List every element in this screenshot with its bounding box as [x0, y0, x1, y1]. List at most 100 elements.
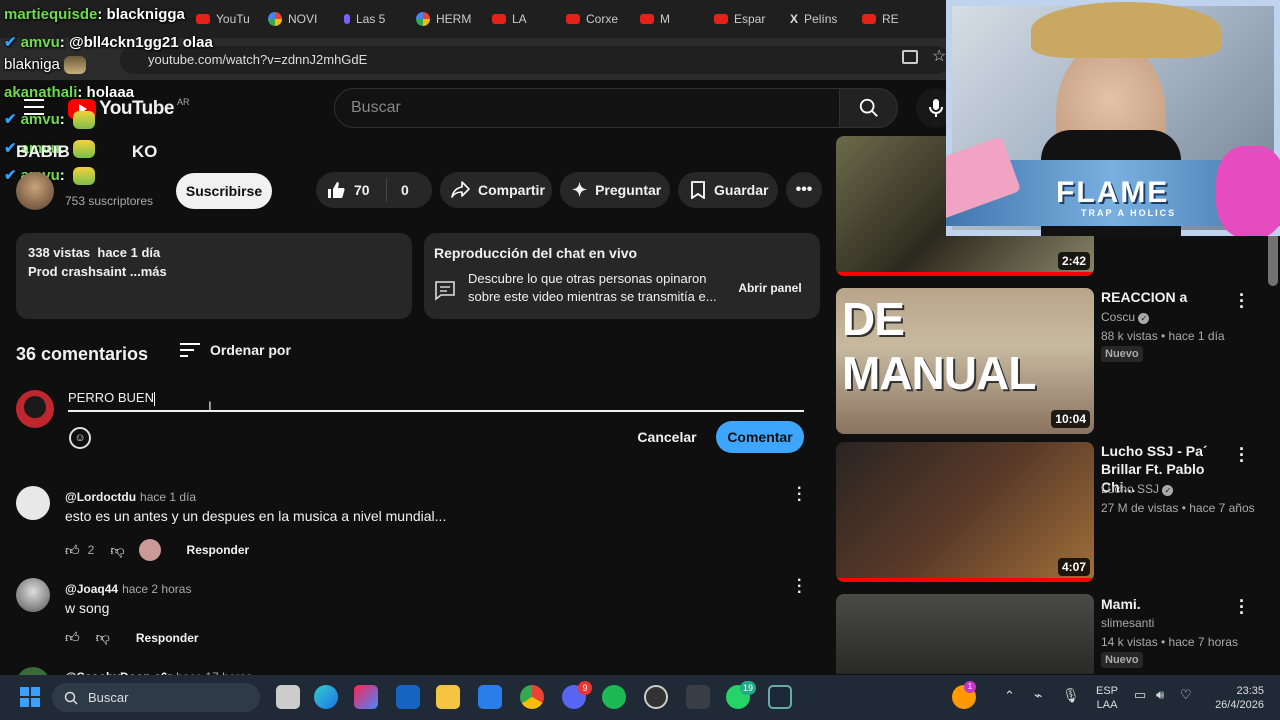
- video-thumbnail[interactable]: DE MANUAL 10:04: [836, 288, 1094, 434]
- browser-tab[interactable]: RE: [862, 8, 918, 30]
- emoji-icon[interactable]: ☺: [69, 427, 91, 449]
- steam-icon[interactable]: [768, 685, 792, 709]
- notification-badge: 1: [964, 681, 976, 693]
- site-icon: [344, 14, 350, 24]
- microphone-icon[interactable]: 🎙︎: [1062, 687, 1080, 704]
- emote-icon: [72, 111, 95, 130]
- sort-icon: [180, 343, 200, 357]
- comment-author[interactable]: @Lordoctdu: [65, 490, 136, 504]
- chat-bubble-icon: [435, 281, 455, 301]
- browser-tab[interactable]: YouTu: [196, 8, 250, 30]
- thumbs-down-icon[interactable]: 👎︎: [96, 629, 110, 646]
- comment-text: esto es un antes y un despues en la musi…: [65, 508, 447, 524]
- app-icon[interactable]: [686, 685, 710, 709]
- comment-avatar[interactable]: [16, 578, 50, 612]
- chat-message: martiequisde: blacknigga: [4, 6, 185, 23]
- video-menu-icon[interactable]: · · ·: [1236, 592, 1248, 622]
- notification-badge: 9: [578, 681, 592, 695]
- subscribe-button[interactable]: Suscribirse: [176, 173, 272, 209]
- reply-button[interactable]: Responder: [187, 543, 250, 557]
- outlook-icon[interactable]: [396, 685, 420, 709]
- comment-menu-icon[interactable]: · · ·: [797, 481, 802, 509]
- taskbar-search[interactable]: Buscar: [52, 683, 260, 712]
- network-icon[interactable]: ⌁: [1034, 687, 1042, 704]
- microsoft-store-icon[interactable]: [478, 685, 502, 709]
- comment-submit-button[interactable]: Comentar: [716, 421, 804, 453]
- video-thumbnail[interactable]: 4:07: [836, 442, 1094, 582]
- windows-start-icon[interactable]: [20, 687, 40, 707]
- comment-time[interactable]: hace 2 horas: [122, 582, 191, 596]
- language-indicator[interactable]: ESP LAA: [1096, 684, 1118, 712]
- youtube-icon: [492, 14, 506, 24]
- webcam-overlay: FLAME TRAP A HOLICS: [946, 0, 1280, 236]
- edge-browser-icon[interactable]: [314, 685, 338, 709]
- share-button[interactable]: Compartir: [440, 172, 552, 208]
- obs-icon[interactable]: [644, 685, 668, 709]
- chrome-icon[interactable]: [520, 685, 544, 709]
- share-icon: [451, 181, 470, 198]
- bookmark-star-icon[interactable]: ☆: [932, 46, 946, 66]
- video-duration: 4:07: [1057, 558, 1090, 576]
- notification-bell-icon[interactable]: ♡: [1180, 687, 1192, 703]
- channel-name[interactable]: BABIB KO: [16, 142, 157, 162]
- thumbs-up-icon[interactable]: 👍︎: [65, 629, 80, 646]
- clock[interactable]: 23:35 26/4/2026: [1204, 684, 1264, 712]
- search-button[interactable]: [840, 88, 898, 128]
- browser-tab[interactable]: HERM: [416, 8, 472, 30]
- windows-taskbar: Buscar 9 19 1 ⌃ ⌁ 🎙︎ ESP LAA ▭ 🔊︎ ♡ 23:35…: [0, 675, 1280, 720]
- comment-actions: 👍︎ 👎︎ Responder: [65, 629, 199, 646]
- save-button[interactable]: Guardar: [678, 172, 778, 208]
- browser-tab[interactable]: Espar: [714, 8, 770, 30]
- dislike-button[interactable]: 0: [387, 182, 409, 198]
- chevron-up-icon[interactable]: ⌃: [1004, 688, 1015, 704]
- video-channel[interactable]: Lucho SSJ ✓: [1101, 480, 1174, 498]
- youtube-icon: [640, 14, 654, 24]
- search-input[interactable]: Buscar: [334, 88, 840, 128]
- comment-input[interactable]: PERRO BUEN: [68, 390, 804, 412]
- comment-avatar[interactable]: [16, 486, 50, 520]
- channel-avatar[interactable]: [16, 172, 54, 210]
- browser-tab[interactable]: Corxe: [566, 8, 620, 30]
- browser-tab[interactable]: LA: [492, 8, 546, 30]
- thumbnail-text: DE MANUAL: [842, 293, 1036, 399]
- open-panel-button[interactable]: Abrir panel: [734, 275, 806, 301]
- copilot-icon[interactable]: [354, 685, 378, 709]
- sort-button[interactable]: Ordenar por: [180, 342, 291, 358]
- task-view-icon[interactable]: [276, 685, 300, 709]
- thumbs-up-icon[interactable]: 👍︎: [65, 542, 80, 559]
- browser-tab[interactable]: Las 5: [344, 8, 392, 30]
- cancel-button[interactable]: Cancelar: [630, 421, 704, 453]
- thumbs-down-icon[interactable]: 👎︎: [110, 542, 124, 559]
- verified-badge-icon: ✓: [1138, 313, 1150, 324]
- reply-button[interactable]: Responder: [136, 631, 199, 645]
- volume-icon[interactable]: 🔊︎: [1156, 687, 1164, 703]
- comment-author[interactable]: @Joaq44: [65, 582, 118, 596]
- video-channel[interactable]: slimesanti: [1101, 614, 1154, 632]
- install-app-icon[interactable]: [902, 50, 918, 64]
- new-badge: Nuevo: [1101, 346, 1143, 362]
- comment-time[interactable]: hace 1 día: [140, 490, 196, 504]
- video-menu-icon[interactable]: · · ·: [1236, 440, 1248, 470]
- search-icon: [64, 691, 78, 705]
- like-button[interactable]: 70: [316, 180, 386, 200]
- verified-badge-icon: ✓: [1162, 485, 1174, 496]
- video-thumbnail[interactable]: [836, 594, 1094, 674]
- video-title[interactable]: Mami.: [1101, 595, 1221, 613]
- browser-tab[interactable]: NOVI: [268, 8, 324, 30]
- description-box[interactable]: 338 vistas hace 1 día Prod crashsaint ..…: [16, 233, 412, 319]
- ask-button[interactable]: ✦ Preguntar: [560, 172, 670, 208]
- browser-tab[interactable]: X Pelíns: [790, 8, 844, 30]
- display-icon[interactable]: ▭: [1134, 687, 1146, 703]
- more-actions-button[interactable]: •••: [786, 172, 822, 208]
- url-field[interactable]: youtube.com/watch?v=zdnnJ2mhGdE: [120, 46, 950, 74]
- comment-text: w song: [65, 600, 110, 616]
- video-menu-icon[interactable]: · · ·: [1236, 286, 1248, 316]
- video-meta: 88 k vistas • hace 1 día: [1101, 329, 1225, 343]
- video-channel[interactable]: Coscu ✓: [1101, 308, 1150, 326]
- comment-menu-icon[interactable]: · · ·: [797, 573, 802, 601]
- video-meta: 14 k vistas • hace 7 horas: [1101, 635, 1238, 649]
- video-title[interactable]: REACCION a: [1101, 288, 1221, 306]
- spotify-icon[interactable]: [602, 685, 626, 709]
- browser-tab[interactable]: M: [640, 8, 696, 30]
- file-explorer-icon[interactable]: [436, 685, 460, 709]
